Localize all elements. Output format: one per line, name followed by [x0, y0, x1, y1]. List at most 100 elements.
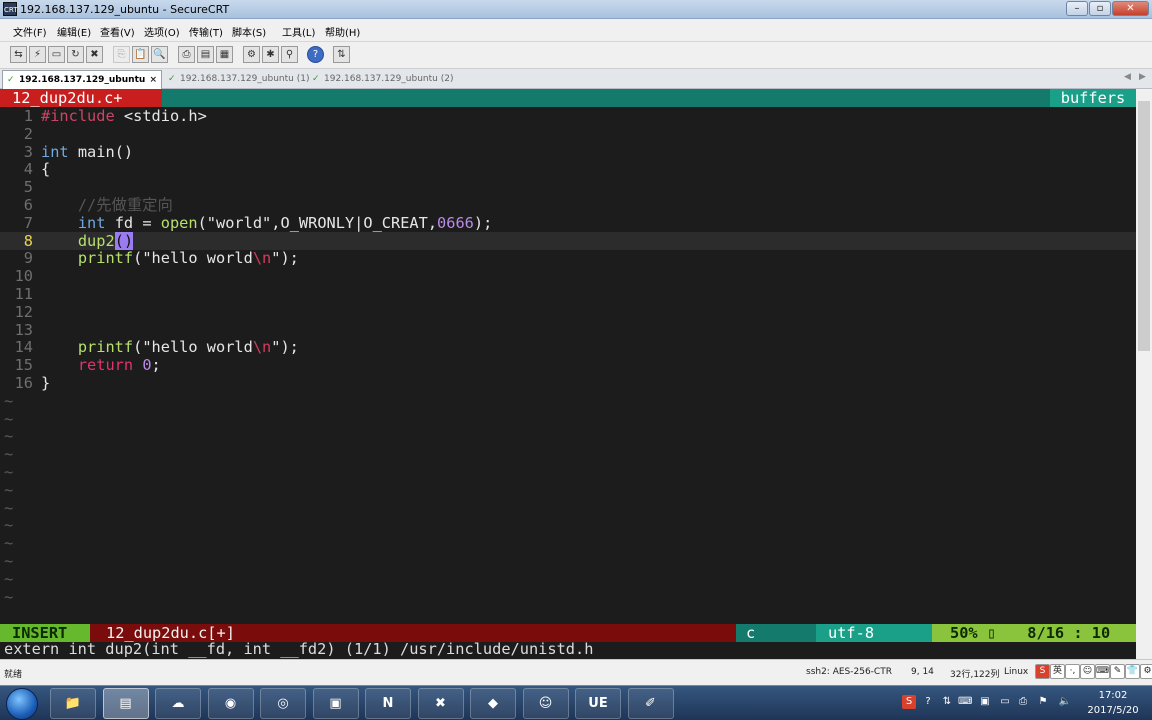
print-preview-icon[interactable]: ▦ — [216, 46, 233, 63]
qq-icon[interactable]: ☺ — [522, 688, 569, 719]
tab-session-0[interactable]: ✓ 192.168.137.129_ubuntu × — [2, 70, 162, 89]
emoji-icon[interactable]: ☺ — [1080, 664, 1095, 679]
sogou-icon[interactable]: S — [1035, 664, 1050, 679]
code-line[interactable]: 1 #include <stdio.h> — [0, 107, 1136, 125]
quick-connect-icon[interactable]: ⚡ — [29, 46, 46, 63]
code-token: ("world",O_WRONLY|O_CREAT, — [197, 213, 438, 232]
minimize-button[interactable]: – — [1066, 1, 1088, 16]
menu-edit[interactable]: 编辑(E) — [57, 24, 91, 39]
empty-line-marker: ~ — [4, 391, 14, 410]
handwriting-icon[interactable]: ✎ — [1110, 664, 1125, 679]
paint-icon[interactable]: ✐ — [627, 688, 674, 719]
empty-line-marker: ~ — [4, 498, 14, 517]
keymap-icon[interactable]: ⚲ — [281, 46, 298, 63]
text-cursor: () — [114, 231, 134, 250]
code-line[interactable]: 7 int fd = open("world",O_WRONLY|O_CREAT… — [0, 214, 1136, 232]
code-token: //先做重定向 — [77, 196, 173, 214]
device-tray-icon[interactable]: ▭ — [998, 695, 1012, 709]
english-mode-icon[interactable]: 英 — [1050, 664, 1065, 679]
network-tray-icon[interactable]: ⇅ — [940, 695, 954, 709]
help-tray-icon[interactable]: ? — [921, 695, 935, 709]
code-line[interactable]: 11 — [0, 285, 1136, 303]
print-icon[interactable]: ⎙ — [178, 46, 195, 63]
menu-help[interactable]: 帮助(H) — [325, 24, 360, 39]
flag-tray-icon[interactable]: ⚑ — [1036, 695, 1050, 709]
tab-session-2[interactable]: ✓ 192.168.137.129_ubuntu (2) — [308, 70, 453, 89]
keyboard-icon[interactable]: ⌨ — [1095, 664, 1110, 679]
status-cursor-pos: 9, 14 — [911, 667, 934, 677]
line-text: return 0; — [41, 356, 161, 374]
vim-tab-current-file[interactable]: 12_dup2du.c+ — [0, 89, 162, 107]
empty-line-marker: ~ — [4, 516, 14, 535]
taskbar-clock[interactable]: 17:02 2017/5/20 — [1078, 688, 1148, 718]
paste-icon[interactable]: 📋 — [132, 46, 149, 63]
help-icon[interactable]: ? — [307, 46, 324, 63]
sftp-icon[interactable]: ⇅ — [333, 46, 350, 63]
terminal-screen[interactable]: 12_dup2du.c+ buffers 1 #include <stdio.h>… — [0, 89, 1152, 659]
maximize-button[interactable]: ▫ — [1089, 1, 1111, 16]
menu-file[interactable]: 文件(F) — [13, 24, 47, 39]
code-line[interactable]: 5 — [0, 178, 1136, 196]
code-line[interactable]: 12 — [0, 303, 1136, 321]
session-options-icon[interactable]: ⚙ — [243, 46, 260, 63]
printer-tray-icon[interactable]: ⎙ — [1016, 695, 1030, 709]
connect-icon[interactable]: ⇆ — [10, 46, 27, 63]
tab-close-icon[interactable]: × — [149, 71, 157, 89]
close-window-button[interactable]: ✕ — [1112, 1, 1149, 16]
network-icon[interactable]: ☁ — [155, 688, 201, 719]
explorer-icon[interactable]: 📁 — [50, 688, 96, 719]
tab-scroll-right-icon[interactable]: ▶ — [1139, 72, 1146, 82]
app-tray-icon[interactable]: ▣ — [978, 695, 992, 709]
line-text: int fd = open("world",O_WRONLY|O_CREAT,0… — [41, 214, 492, 232]
menu-options[interactable]: 选项(O) — [144, 24, 180, 39]
menu-transfer[interactable]: 传输(T) — [189, 24, 223, 39]
keyboard-tray-icon[interactable]: ⌨ — [958, 695, 972, 709]
onenote-icon[interactable]: N — [365, 688, 411, 719]
tab-session-1[interactable]: ✓ 192.168.137.129_ubuntu (1) — [164, 70, 309, 89]
punctuation-icon[interactable]: ·, — [1065, 664, 1080, 679]
code-token: printf — [77, 338, 134, 357]
code-line[interactable]: 4{ — [0, 160, 1136, 178]
settings-icon[interactable]: ⚙ — [1140, 664, 1152, 679]
volume-tray-icon[interactable]: 🔈 — [1058, 695, 1072, 709]
menu-script[interactable]: 脚本(S) — [232, 24, 266, 39]
print-setup-icon[interactable]: ▤ — [197, 46, 214, 63]
code-line[interactable]: 16} — [0, 374, 1136, 392]
code-line[interactable]: 3 int main() — [0, 143, 1136, 161]
sogou-tray-icon[interactable]: S — [902, 695, 916, 709]
menu-view[interactable]: 查看(V) — [100, 24, 135, 39]
chrome-icon[interactable]: ◎ — [260, 688, 306, 719]
code-line[interactable]: 6 //先做重定向 — [0, 196, 1136, 214]
connected-check-icon: ✓ — [168, 74, 176, 84]
code-token: "); — [271, 338, 299, 357]
ultraedit-icon[interactable]: UE — [575, 688, 621, 719]
reconnect-icon[interactable]: ↻ — [67, 46, 84, 63]
scrollbar-thumb[interactable] — [1138, 101, 1150, 351]
disconnect-icon[interactable]: ✖ — [86, 46, 103, 63]
code-token: open — [160, 213, 198, 232]
code-line[interactable]: 14 printf("hello world\n"); — [0, 338, 1136, 356]
tab-scroll-left-icon[interactable]: ◀ — [1124, 72, 1131, 82]
copy-icon[interactable]: ⎘ — [113, 46, 130, 63]
xmind-icon[interactable]: ✖ — [417, 688, 464, 719]
firefox-icon[interactable]: ◉ — [207, 688, 254, 719]
find-icon[interactable]: 🔍 — [151, 46, 168, 63]
code-line[interactable]: 15 return 0; — [0, 356, 1136, 374]
notes-icon[interactable]: ◆ — [470, 688, 516, 719]
code-line[interactable]: 2 — [0, 125, 1136, 143]
empty-line-marker: ~ — [4, 569, 14, 588]
terminal-scrollbar[interactable] — [1136, 89, 1152, 659]
code-token: ("hello world — [133, 338, 253, 357]
green-app-icon[interactable]: ▣ — [312, 688, 359, 719]
clock-date: 2017/5/20 — [1087, 705, 1139, 716]
global-options-icon[interactable]: ✱ — [262, 46, 279, 63]
code-line[interactable]: 13 — [0, 321, 1136, 339]
code-line[interactable]: 9 printf("hello world\n"); — [0, 249, 1136, 267]
securecrt-icon[interactable]: ▤ — [102, 688, 149, 719]
skin-icon[interactable]: 👕 — [1125, 664, 1140, 679]
code-line-current[interactable]: 8 dup2() — [0, 231, 1136, 250]
connect-tab-icon[interactable]: ▭ — [48, 46, 65, 63]
menu-tools[interactable]: 工具(L) — [282, 24, 315, 39]
start-button[interactable] — [6, 688, 38, 720]
code-line[interactable]: 10 — [0, 267, 1136, 285]
